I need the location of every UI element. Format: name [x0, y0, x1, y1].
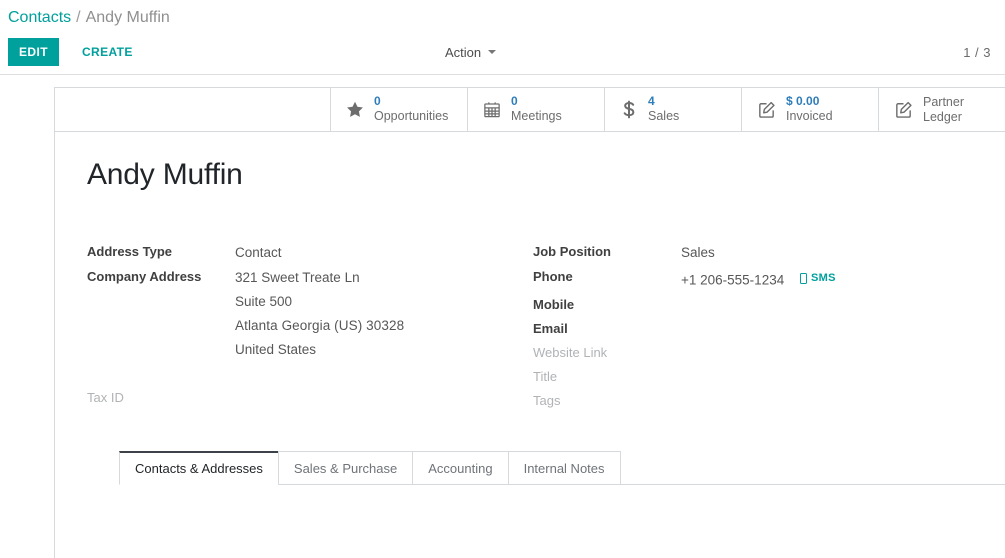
field-title: Title [533, 365, 979, 389]
field-label-title: Title [533, 368, 558, 384]
notebook-tab-row: Contacts & Addresses Sales & Purchase Ac… [119, 450, 1005, 485]
notebook-tab-content [119, 484, 1005, 558]
stat-value-invoiced: $ 0.00 [786, 94, 820, 109]
dollar-sign-icon [619, 99, 639, 120]
fields-grid: Address Type Contact Company Address 321… [87, 240, 1005, 413]
field-label-email: Email [533, 320, 568, 336]
breadcrumb-current-record: Andy Muffin [85, 9, 170, 26]
field-company-address: Company Address 321 Sweet Treate Ln Suit… [87, 265, 533, 362]
control-panel: EDIT CREATE Action 1 / 3 [0, 30, 1005, 75]
sms-button[interactable]: SMS [799, 266, 836, 290]
create-button[interactable]: CREATE [71, 38, 144, 66]
field-label-company-address: Company Address [87, 269, 202, 284]
address-city-state-zip: Atlanta Georgia (US) 30328 [235, 318, 405, 333]
calendar-icon [482, 100, 502, 119]
mobile-phone-icon [799, 272, 807, 284]
stat-label-invoiced: Invoiced [786, 109, 833, 124]
stat-button-partner-ledger[interactable]: Partner Ledger [878, 88, 1005, 131]
field-value-phone-wrap: +1 206-555-1234 SMS [681, 265, 836, 293]
breadcrumb: Contacts / Andy Muffin [0, 0, 1005, 30]
stat-value-sales: 4 [648, 94, 655, 109]
sms-label: SMS [810, 272, 836, 284]
field-value-company-address[interactable]: 321 Sweet Treate Ln Suite 500 Atlanta Ge… [235, 265, 404, 362]
pager[interactable]: 1 / 3 [963, 45, 995, 60]
stat-button-bar: 0 Opportunities 0 Meetings 4 Sales $ 0.0… [54, 87, 1005, 132]
stat-value-opportunities: 0 [374, 94, 381, 109]
tab-sales-and-purchase[interactable]: Sales & Purchase [277, 450, 414, 485]
stat-button-meetings[interactable]: 0 Meetings [467, 88, 604, 131]
field-value-phone[interactable]: +1 206-555-1234 [681, 273, 784, 288]
field-job-position: Job Position Sales [533, 240, 979, 265]
field-label-address-type: Address Type [87, 244, 173, 259]
tab-accounting[interactable]: Accounting [412, 450, 509, 485]
address-street2: Suite 500 [235, 294, 293, 309]
field-label-tags: Tags [533, 392, 561, 408]
notebook: Contacts & Addresses Sales & Purchase Ac… [119, 450, 1005, 558]
stat-bar-spacer [55, 88, 330, 131]
field-value-job-position[interactable]: Sales [681, 240, 715, 265]
action-dropdown[interactable]: Action [445, 44, 497, 60]
page-title: Andy Muffin [87, 158, 243, 191]
stat-button-opportunities[interactable]: 0 Opportunities [330, 88, 467, 131]
edit-button[interactable]: EDIT [8, 38, 59, 66]
stat-text-meetings: 0 Meetings [511, 94, 562, 124]
star-icon [345, 100, 365, 119]
action-dropdown-label: Action [445, 44, 482, 60]
form-sheet: 0 Opportunities 0 Meetings 4 Sales $ 0.0… [54, 87, 1005, 558]
stat-label-partner-ledger: Partner Ledger [923, 94, 964, 124]
breadcrumb-separator: / [76, 9, 81, 26]
field-tax-id: Tax ID [87, 386, 533, 410]
field-website-link: Website Link [533, 341, 979, 365]
field-value-address-type[interactable]: Contact [235, 240, 282, 265]
stat-value-meetings: 0 [511, 94, 518, 109]
field-address-type: Address Type Contact [87, 240, 533, 265]
tab-row-filler [620, 483, 1005, 484]
address-street: 321 Sweet Treate Ln [235, 270, 360, 285]
field-email: Email [533, 317, 979, 341]
field-label-phone: Phone [533, 269, 573, 284]
stat-text-partner-ledger: Partner Ledger [923, 95, 995, 125]
field-tags: Tags [533, 389, 979, 413]
stat-text-invoiced: $ 0.00 Invoiced [786, 94, 833, 124]
pencil-square-icon [893, 100, 914, 120]
form-sheet-area: 0 Opportunities 0 Meetings 4 Sales $ 0.0… [0, 75, 1005, 558]
address-country: United States [235, 342, 317, 357]
field-label-tax-id: Tax ID [87, 390, 124, 405]
tab-contacts-and-addresses[interactable]: Contacts & Addresses [119, 450, 279, 485]
fields-column-right: Job Position Sales Phone +1 206-555-1234… [533, 240, 979, 413]
field-label-mobile: Mobile [533, 296, 575, 312]
stat-text-opportunities: 0 Opportunities [374, 94, 449, 124]
breadcrumb-root-contacts[interactable]: Contacts [8, 9, 71, 27]
form-body: Andy Muffin Address Type Contact Company… [55, 132, 1005, 558]
stat-text-sales: 4 Sales [648, 94, 680, 124]
stat-button-sales[interactable]: 4 Sales [604, 88, 741, 131]
stat-label-opportunities: Opportunities [374, 109, 449, 124]
pencil-square-icon [756, 100, 777, 120]
field-label-website-link: Website Link [533, 344, 608, 360]
chevron-down-icon [488, 50, 497, 54]
stat-label-meetings: Meetings [511, 109, 562, 124]
field-label-job-position: Job Position [533, 244, 611, 259]
fields-column-left: Address Type Contact Company Address 321… [87, 240, 533, 413]
stat-label-sales: Sales [648, 109, 680, 124]
stat-button-invoiced[interactable]: $ 0.00 Invoiced [741, 88, 878, 131]
tab-internal-notes[interactable]: Internal Notes [507, 450, 621, 485]
field-mobile: Mobile [533, 293, 979, 317]
field-phone: Phone +1 206-555-1234 SMS [533, 265, 979, 293]
